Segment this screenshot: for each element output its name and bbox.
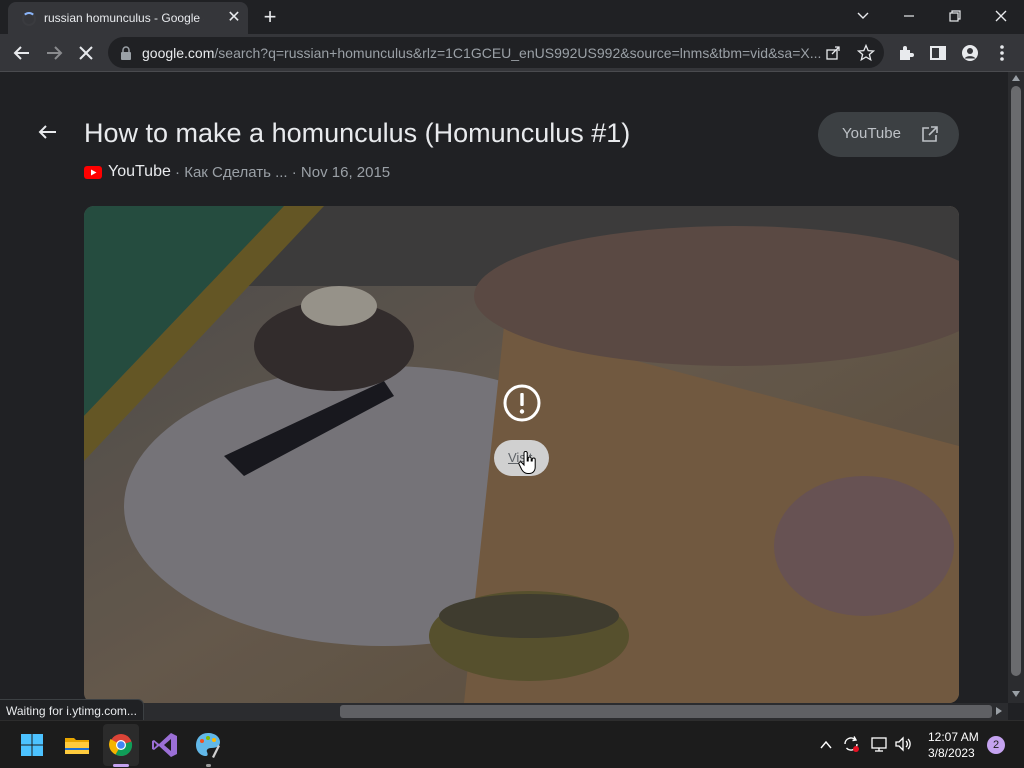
horizontal-scroll-thumb[interactable]: [340, 705, 992, 718]
video-meta: YouTube · Как Сделать ... · Nov 16, 2015: [84, 163, 390, 181]
network-icon[interactable]: [870, 735, 888, 753]
back-icon[interactable]: [8, 39, 36, 67]
video-channel: Как Сделать ...: [184, 163, 288, 181]
warning-icon: [503, 384, 541, 422]
minimize-icon[interactable]: [886, 4, 932, 28]
video-player[interactable]: Visit: [84, 206, 959, 703]
lock-icon[interactable]: [120, 46, 132, 60]
url-text[interactable]: google.com/search?q=russian+homunculus&r…: [142, 45, 822, 61]
browser-tab[interactable]: russian homunculus - Google Se ✕: [8, 2, 248, 34]
loading-spinner-icon: [22, 12, 36, 26]
tab-close-icon[interactable]: ✕: [226, 10, 242, 26]
forward-icon[interactable]: [40, 39, 68, 67]
paint-icon[interactable]: [192, 729, 224, 761]
scroll-up-icon[interactable]: [1011, 74, 1021, 82]
tab-title: russian homunculus - Google Se: [44, 11, 204, 25]
video-date: Nov 16, 2015: [300, 163, 391, 181]
scroll-down-icon[interactable]: [1011, 690, 1021, 698]
notification-badge[interactable]: 2: [987, 736, 1005, 754]
back-arrow-icon[interactable]: [36, 120, 60, 144]
windows-taskbar: 12:07 AM 3/8/2023 2: [0, 720, 1024, 768]
bookmark-star-icon[interactable]: [857, 44, 875, 62]
address-bar[interactable]: google.com/search?q=russian+homunculus&r…: [108, 37, 884, 68]
sync-icon[interactable]: [842, 735, 860, 753]
share-icon[interactable]: [825, 45, 841, 61]
menu-dots-icon[interactable]: [988, 39, 1016, 67]
visual-studio-icon[interactable]: [149, 729, 181, 761]
tab-search-icon[interactable]: [840, 4, 886, 28]
active-app-indicator: [113, 764, 129, 767]
windows-start-icon[interactable]: [16, 729, 48, 761]
chevron-up-icon[interactable]: [818, 737, 834, 753]
scroll-right-icon[interactable]: [995, 706, 1003, 716]
open-youtube-button[interactable]: YouTube: [818, 112, 959, 157]
open-app-indicator: [206, 764, 211, 767]
status-bubble: Waiting for i.ytimg.com...: [0, 699, 144, 721]
open-youtube-label: YouTube: [842, 125, 901, 142]
volume-icon[interactable]: [894, 735, 912, 753]
page-content: How to make a homunculus (Homunculus #1)…: [0, 72, 1008, 703]
video-title[interactable]: How to make a homunculus (Homunculus #1): [84, 118, 630, 149]
browser-title-bar: russian homunculus - Google Se ✕ +: [0, 0, 1024, 34]
youtube-logo-icon: [84, 165, 102, 179]
file-explorer-icon[interactable]: [61, 729, 93, 761]
url-host: google.com: [142, 45, 215, 61]
hand-cursor-icon: [518, 451, 536, 474]
profile-icon[interactable]: [956, 39, 984, 67]
close-window-icon[interactable]: [978, 4, 1024, 28]
new-tab-button[interactable]: +: [258, 6, 282, 28]
video-source: YouTube: [108, 163, 171, 180]
url-path: /search?q=russian+homunculus&rlz=1C1GCEU…: [214, 45, 822, 61]
stop-loading-icon[interactable]: [72, 39, 100, 67]
vertical-scroll-thumb[interactable]: [1011, 86, 1021, 676]
clock-time[interactable]: 12:07 AM: [928, 730, 979, 744]
restore-icon[interactable]: [932, 4, 978, 28]
extensions-icon[interactable]: [892, 39, 920, 67]
side-panel-icon[interactable]: [924, 39, 952, 67]
chrome-icon[interactable]: [105, 729, 137, 761]
open-external-icon: [922, 126, 938, 142]
clock-date[interactable]: 3/8/2023: [928, 746, 975, 760]
browser-toolbar: google.com/search?q=russian+homunculus&r…: [0, 34, 1024, 72]
